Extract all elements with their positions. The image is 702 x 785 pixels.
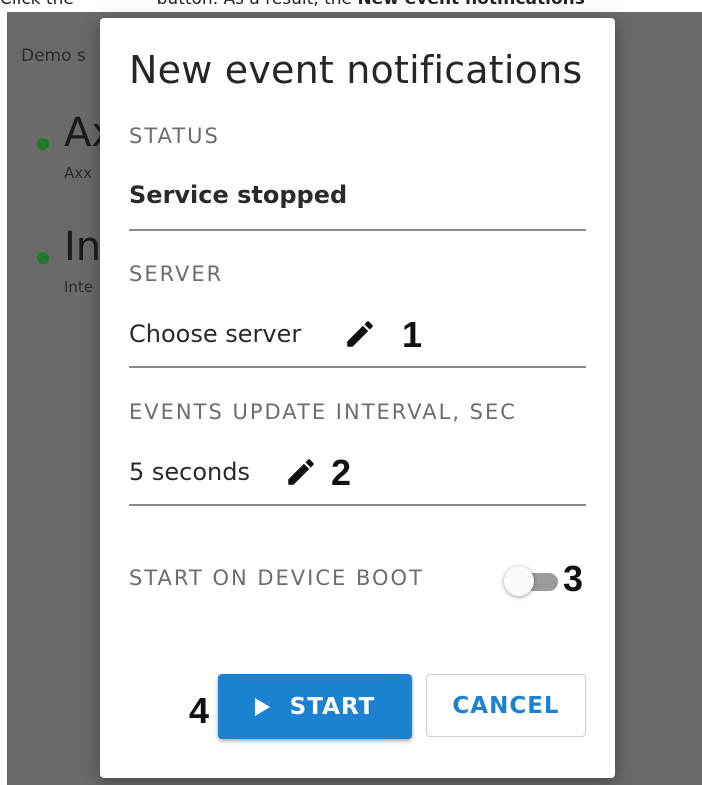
server-edit-button[interactable] (343, 317, 377, 351)
server-divider (129, 366, 586, 368)
pencil-icon (347, 321, 373, 347)
caption-mid: button. As a result, the (157, 0, 352, 9)
interval-value[interactable]: 5 seconds (129, 458, 250, 486)
cancel-button[interactable]: CANCEL (426, 674, 586, 737)
boot-label: START ON DEVICE BOOT (129, 566, 424, 590)
status-divider (129, 229, 586, 231)
new-event-notifications-dialog: New event notifications STATUS Service s… (100, 18, 615, 778)
status-dot-icon (37, 138, 49, 150)
interval-edit-button[interactable] (284, 455, 318, 489)
status-label: STATUS (129, 124, 220, 148)
bg-demo-label: Demo s (21, 46, 86, 66)
pencil-icon (288, 459, 314, 485)
bg-item1-sub: Axx (64, 164, 93, 182)
start-on-boot-toggle[interactable] (504, 566, 558, 596)
interval-label: EVENTS UPDATE INTERVAL, SEC (129, 400, 517, 424)
bg-item2-sub: Inte (64, 278, 94, 296)
interval-divider (129, 504, 586, 506)
start-button-label: START (289, 693, 376, 720)
caption-pre: Click the (0, 0, 74, 9)
server-label: SERVER (129, 262, 224, 286)
status-dot-icon (37, 252, 49, 264)
start-button[interactable]: START (218, 674, 412, 739)
callout-marker-3: 3 (563, 558, 584, 599)
server-value[interactable]: Choose server (129, 320, 301, 348)
instruction-caption: Click the button. As a result, the New e… (0, 0, 702, 11)
callout-marker-4: 4 (189, 690, 210, 731)
toggle-knob (504, 566, 534, 596)
play-icon (254, 697, 270, 716)
status-value: Service stopped (129, 181, 348, 209)
bg-item2-title: In (64, 224, 102, 270)
caption-bold: New event notifications (357, 0, 584, 9)
cancel-button-label: CANCEL (452, 692, 560, 719)
dialog-title: New event notifications (129, 48, 583, 92)
callout-marker-1: 1 (402, 314, 423, 355)
callout-marker-2: 2 (331, 452, 352, 493)
